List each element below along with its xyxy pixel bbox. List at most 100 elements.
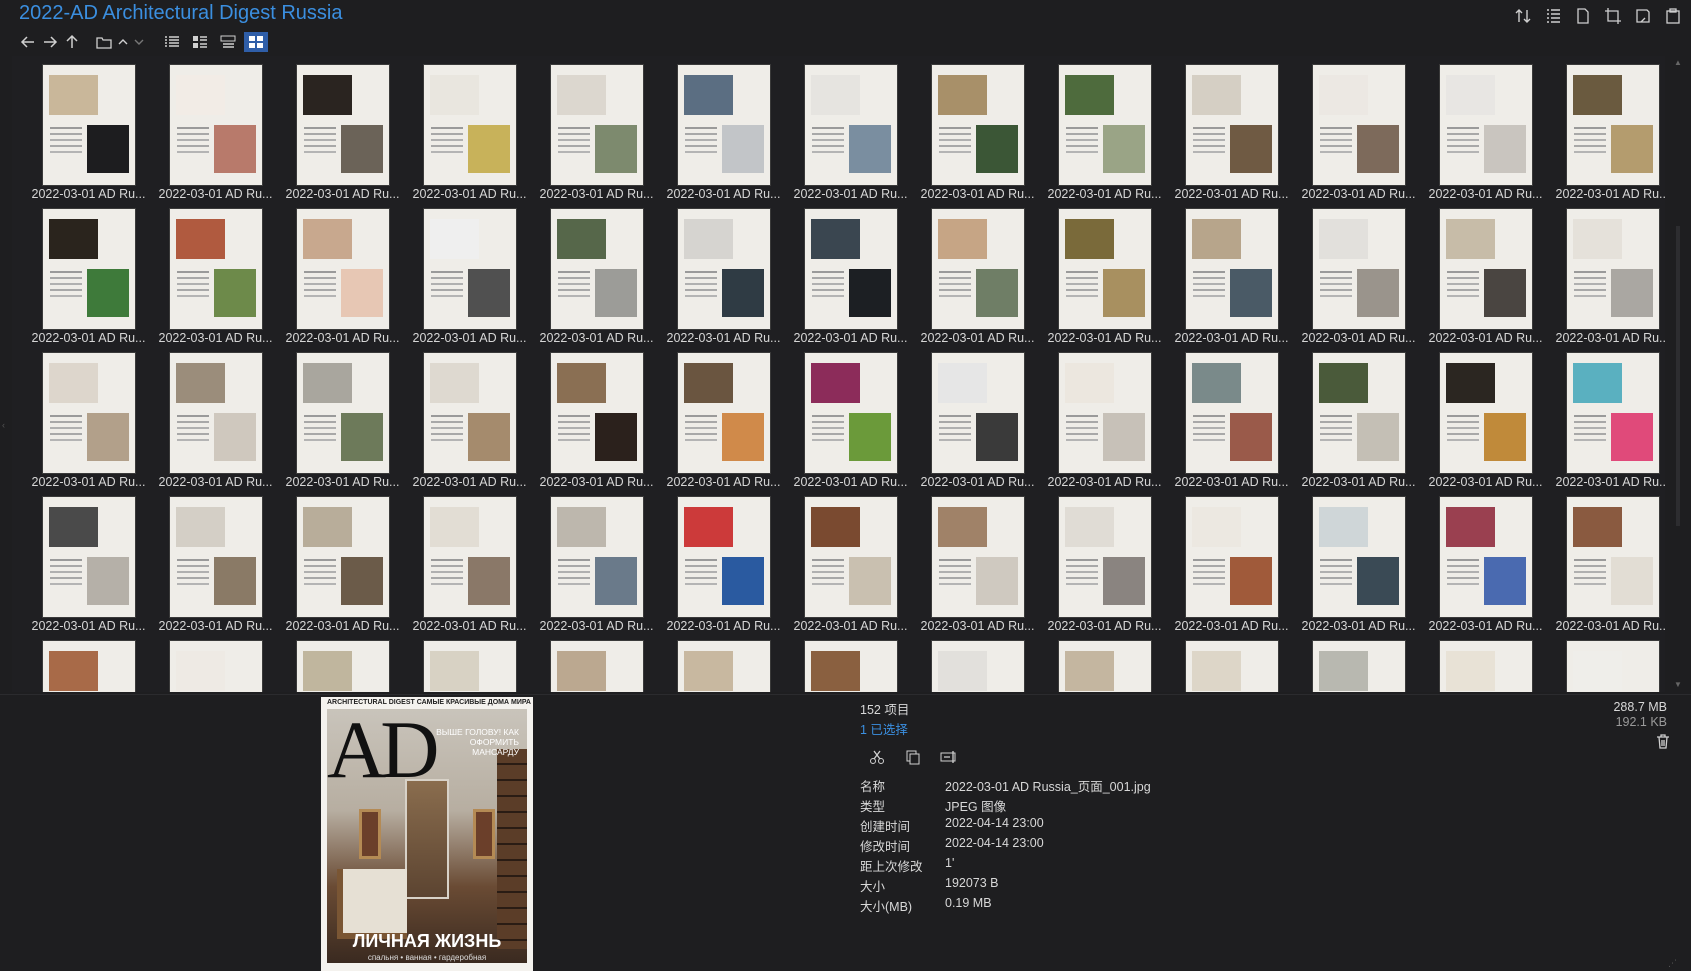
thumbnail-item[interactable]: 2022-03-01 AD Ru... bbox=[1036, 636, 1163, 692]
thumbnail-photo bbox=[214, 413, 257, 461]
thumbnail-view-icon[interactable] bbox=[244, 32, 268, 52]
thumbnail-item[interactable]: 2022-03-01 AD Ru... bbox=[147, 60, 274, 204]
thumbnail-item[interactable]: 2022-03-01 AD Ru... bbox=[20, 492, 147, 636]
thumbnail-item[interactable]: 2022-03-01 AD Ru... bbox=[909, 204, 1036, 348]
thumbnail-photo bbox=[87, 557, 130, 605]
thumbnail-item[interactable]: 2022-03-01 AD Ru... bbox=[1036, 60, 1163, 204]
thumbnail-item[interactable]: 2022-03-01 AD Ru... bbox=[655, 204, 782, 348]
folder-icon[interactable] bbox=[94, 32, 114, 52]
thumbnail-item[interactable]: 2022-03-01 AD Ru... bbox=[782, 348, 909, 492]
thumbnail-item[interactable]: 2022-03-01 AD Ru... bbox=[1036, 348, 1163, 492]
thumbnail-item[interactable]: 2022-03-01 AD Ru... bbox=[274, 492, 401, 636]
thumbnail-text-lines bbox=[50, 127, 82, 130]
thumbnail-item[interactable]: 2022-03-01 AD Ru... bbox=[401, 204, 528, 348]
thumbnail-item[interactable]: 2022-03-01 AD Ru... bbox=[1163, 348, 1290, 492]
thumbnail-item[interactable]: 2022-03-01 AD Ru... bbox=[1163, 636, 1290, 692]
trash-icon[interactable] bbox=[1655, 733, 1673, 751]
thumbnail-photo bbox=[468, 125, 511, 173]
thumbnail-item[interactable]: 2022-03-01 AD Ru... bbox=[1163, 60, 1290, 204]
selected-count[interactable]: 1 已选择 bbox=[860, 719, 1280, 738]
thumbnail-item[interactable]: 2022-03-01 AD Ru... bbox=[20, 636, 147, 692]
thumbnail-item[interactable]: 2022-03-01 AD Ru... bbox=[401, 348, 528, 492]
sort-icon[interactable] bbox=[1513, 6, 1533, 26]
thumbnail-item[interactable]: 2022-03-01 AD Ru... bbox=[909, 348, 1036, 492]
thumbnail-item[interactable]: 2022-03-01 AD Ru... bbox=[1544, 60, 1665, 204]
thumbnail-item[interactable]: 2022-03-01 AD Ru... bbox=[20, 204, 147, 348]
thumbnail-item[interactable]: 2022-03-01 AD Ru... bbox=[1163, 204, 1290, 348]
left-pane-handle[interactable]: ‹ bbox=[2, 420, 8, 470]
forward-icon[interactable] bbox=[40, 32, 60, 52]
thumbnail-item[interactable]: 2022-03-01 AD Ru... bbox=[401, 492, 528, 636]
new-file-icon[interactable] bbox=[1573, 6, 1593, 26]
thumbnail-item[interactable]: 2022-03-01 AD Ru... bbox=[782, 204, 909, 348]
thumbnail-item[interactable]: 2022-03-01 AD Ru... bbox=[528, 60, 655, 204]
caret-up-icon[interactable] bbox=[116, 32, 130, 52]
thumbnail-item[interactable]: 2022-03-01 AD Ru... bbox=[1544, 492, 1665, 636]
thumbnail-item[interactable]: 2022-03-01 AD Ru... bbox=[1036, 204, 1163, 348]
thumbnail-item[interactable]: 2022-03-01 AD Ru... bbox=[528, 492, 655, 636]
details-icon[interactable] bbox=[1543, 6, 1563, 26]
total-size: 288.7 MB bbox=[1613, 700, 1667, 714]
thumbnail-item[interactable]: 2022-03-01 AD Ru... bbox=[909, 60, 1036, 204]
thumbnail-item[interactable]: 2022-03-01 AD Ru... bbox=[147, 492, 274, 636]
thumbnail-item[interactable]: 2022-03-01 AD Ru... bbox=[274, 60, 401, 204]
crop-icon[interactable] bbox=[1603, 6, 1623, 26]
pane-divider[interactable] bbox=[0, 694, 1691, 695]
rename-icon[interactable] bbox=[940, 748, 958, 766]
thumbnail-item[interactable]: 2022-03-01 AD Ru... bbox=[1163, 492, 1290, 636]
thumbnail-item[interactable]: 2022-03-01 AD Ru... bbox=[401, 60, 528, 204]
thumbnail-photo bbox=[976, 269, 1019, 317]
resize-grip-icon[interactable]: ⋰ bbox=[1668, 958, 1677, 969]
thumbnail-item[interactable]: 2022-03-01 AD Ru... bbox=[528, 636, 655, 692]
thumbnail-item[interactable]: 2022-03-01 AD Ru... bbox=[1544, 348, 1665, 492]
thumbnail-item[interactable]: 2022-03-01 AD Ru... bbox=[1417, 348, 1544, 492]
thumbnail-item[interactable]: 2022-03-01 AD Ru... bbox=[1036, 492, 1163, 636]
thumbnail-item[interactable]: 2022-03-01 AD Ru... bbox=[1544, 204, 1665, 348]
tag-icon[interactable] bbox=[1633, 6, 1653, 26]
thumbnail-item[interactable]: 2022-03-01 AD Ru... bbox=[1417, 492, 1544, 636]
scroll-down-icon[interactable]: ▼ bbox=[1673, 680, 1683, 690]
thumbnail-item[interactable]: 2022-03-01 AD Ru... bbox=[528, 348, 655, 492]
thumbnail-item[interactable]: 2022-03-01 AD Ru... bbox=[1290, 60, 1417, 204]
copy-icon[interactable] bbox=[904, 748, 922, 766]
thumbnail-item[interactable]: 2022-03-01 AD Ru... bbox=[909, 636, 1036, 692]
thumbnail-item[interactable]: 2022-03-01 AD Ru... bbox=[782, 636, 909, 692]
thumbnail-item[interactable]: 2022-03-01 AD Ru... bbox=[274, 636, 401, 692]
thumbnail-item[interactable]: 2022-03-01 AD Ru... bbox=[655, 492, 782, 636]
thumbnail-item[interactable]: 2022-03-01 AD Ru... bbox=[909, 492, 1036, 636]
thumbnail-item[interactable]: 2022-03-01 AD Ru... bbox=[1417, 204, 1544, 348]
clipboard-icon[interactable] bbox=[1663, 6, 1683, 26]
thumbnail-item[interactable]: 2022-03-01 AD Ru... bbox=[147, 204, 274, 348]
thumbnail-item[interactable]: 2022-03-01 AD Ru... bbox=[20, 348, 147, 492]
vertical-scrollbar[interactable]: ▲ ▼ bbox=[1673, 56, 1683, 692]
thumbnail-item[interactable]: 2022-03-01 AD Ru... bbox=[274, 348, 401, 492]
thumbnail-item[interactable]: 2022-03-01 AD Ru... bbox=[1417, 636, 1544, 692]
scroll-up-icon[interactable]: ▲ bbox=[1673, 58, 1683, 68]
thumbnail-item[interactable]: 2022-03-01 AD Ru... bbox=[655, 60, 782, 204]
list-view-icon[interactable] bbox=[160, 32, 184, 52]
thumbnail-item[interactable]: 2022-03-01 AD Ru... bbox=[655, 348, 782, 492]
thumbnail-item[interactable]: 2022-03-01 AD Ru... bbox=[20, 60, 147, 204]
tiles-view-icon[interactable] bbox=[216, 32, 240, 52]
thumbnail-item[interactable]: 2022-03-01 AD Ru... bbox=[528, 204, 655, 348]
thumbnail-item[interactable]: 2022-03-01 AD Ru... bbox=[1544, 636, 1665, 692]
detail-view-icon[interactable] bbox=[188, 32, 212, 52]
thumbnail-item[interactable]: 2022-03-01 AD Ru... bbox=[782, 492, 909, 636]
thumbnail-item[interactable]: 2022-03-01 AD Ru... bbox=[1417, 60, 1544, 204]
thumbnail-item[interactable]: 2022-03-01 AD Ru... bbox=[1290, 636, 1417, 692]
back-icon[interactable] bbox=[18, 32, 38, 52]
scrollbar-thumb[interactable] bbox=[1676, 226, 1680, 526]
thumbnail-item[interactable]: 2022-03-01 AD Ru... bbox=[147, 348, 274, 492]
thumbnail-item[interactable]: 2022-03-01 AD Ru... bbox=[147, 636, 274, 692]
thumbnail-item[interactable]: 2022-03-01 AD Ru... bbox=[1290, 204, 1417, 348]
thumbnail-text-lines bbox=[177, 271, 209, 274]
thumbnail-item[interactable]: 2022-03-01 AD Ru... bbox=[274, 204, 401, 348]
thumbnail-item[interactable]: 2022-03-01 AD Ru... bbox=[401, 636, 528, 692]
thumbnail-item[interactable]: 2022-03-01 AD Ru... bbox=[1290, 348, 1417, 492]
cut-icon[interactable] bbox=[868, 748, 886, 766]
thumbnail-item[interactable]: 2022-03-01 AD Ru... bbox=[655, 636, 782, 692]
up-icon[interactable] bbox=[62, 32, 82, 52]
thumbnail-item[interactable]: 2022-03-01 AD Ru... bbox=[782, 60, 909, 204]
thumbnail-item[interactable]: 2022-03-01 AD Ru... bbox=[1290, 492, 1417, 636]
caret-down-icon[interactable] bbox=[132, 32, 146, 52]
